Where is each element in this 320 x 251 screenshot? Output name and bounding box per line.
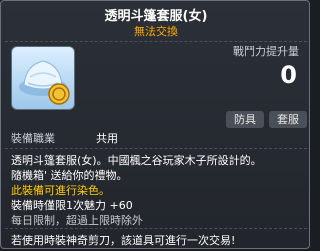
power-label: 戰鬥力提升量 <box>233 45 299 58</box>
dye-note: 此裝備可進行染色。 <box>11 184 110 197</box>
power-value: 0 <box>280 61 297 89</box>
scissors-note: 若使用時裝神奇剪刀，該道具可進行一次交易! <box>11 234 236 247</box>
requirement-value: 共用 <box>96 132 118 145</box>
requirement-label: 裝備職業 <box>11 132 55 145</box>
description-line-1: 透明斗篷套服(女)。中國楓之谷玩家木子所設計的。 <box>11 154 262 167</box>
footer-divider <box>5 228 307 229</box>
item-icon-frame <box>11 46 75 110</box>
trade-status: 無法交換 <box>134 25 178 38</box>
coin-badge-icon <box>48 83 70 105</box>
tag-set: 套服 <box>269 111 307 128</box>
effect-line: 裝備時僅限1次魅力 +60 <box>11 199 133 212</box>
item-name: 透明斗篷套服(女) <box>104 9 208 24</box>
header-divider <box>5 41 307 42</box>
item-tooltip: 透明斗篷套服(女) 無法交換 戰鬥力提升量 0 防具 套服 裝備職業 共用 透明… <box>0 0 310 249</box>
body-divider <box>5 148 307 149</box>
description-line-2: 隨機箱' 送給你的禮物。 <box>11 169 128 182</box>
tag-armor: 防具 <box>226 111 264 128</box>
limit-line: 每日限制，超過上限時除外 <box>11 214 143 227</box>
